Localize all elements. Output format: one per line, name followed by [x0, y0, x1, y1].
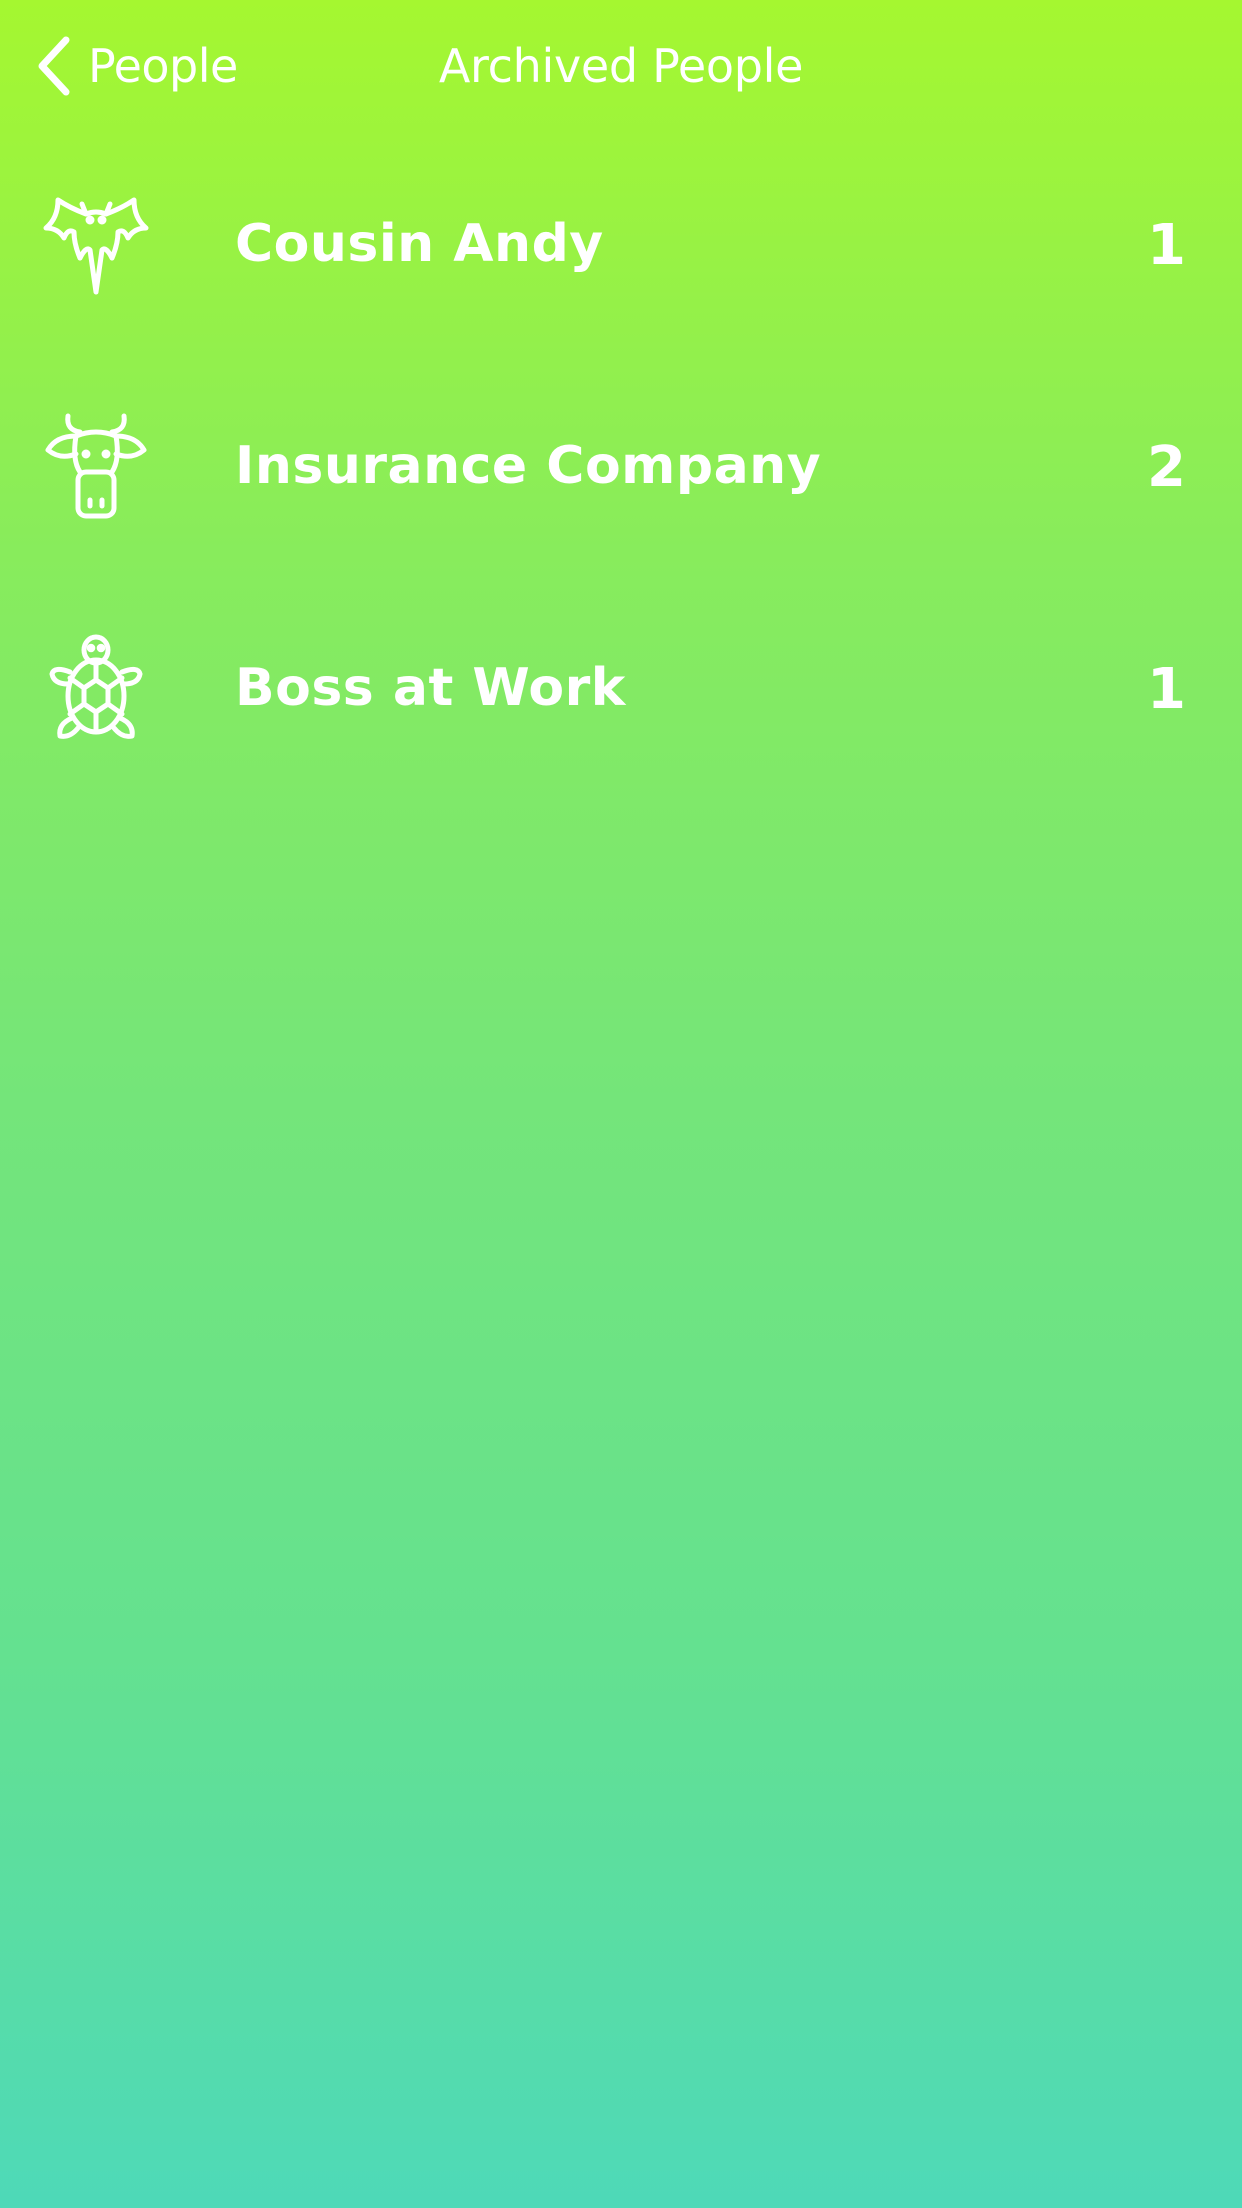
person-name: Cousin Andy	[235, 214, 604, 274]
list-item[interactable]: Boss at Work 1	[0, 604, 1242, 826]
archived-people-list: Cousin Andy 1 Insurance Company 2 Boss a…	[0, 160, 1242, 826]
turtle-icon	[40, 632, 152, 744]
person-count: 1	[1147, 213, 1186, 278]
person-name: Insurance Company	[235, 436, 822, 496]
bat-icon	[40, 188, 152, 300]
list-item[interactable]: Cousin Andy 1	[0, 160, 1242, 382]
cow-icon	[40, 410, 152, 522]
person-count: 1	[1147, 657, 1186, 722]
navigation-bar: People Archived People	[0, 0, 1242, 132]
person-count: 2	[1147, 435, 1186, 500]
page-title: Archived People	[438, 39, 804, 93]
list-item[interactable]: Insurance Company 2	[0, 382, 1242, 604]
person-name: Boss at Work	[235, 658, 626, 718]
